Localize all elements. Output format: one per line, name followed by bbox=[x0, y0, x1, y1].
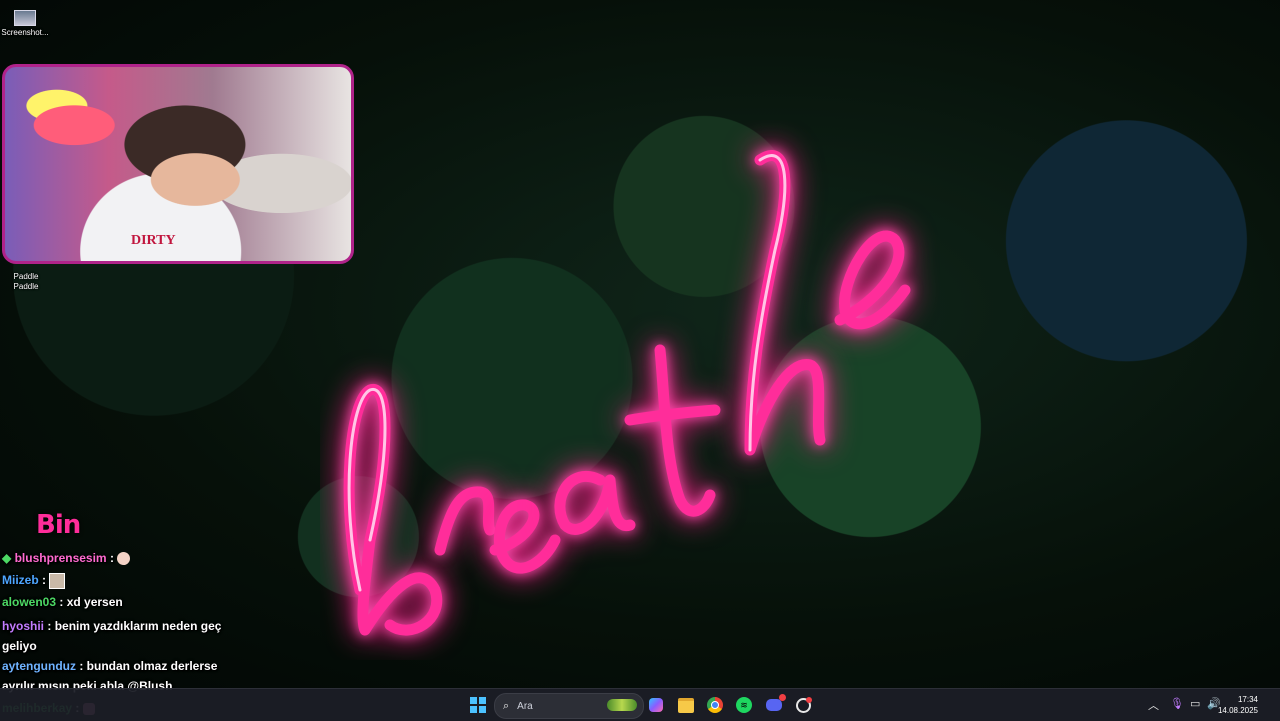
file-explorer-button[interactable] bbox=[673, 693, 699, 717]
folder-icon bbox=[678, 697, 694, 713]
chat-username: alowen03 bbox=[2, 595, 57, 609]
clock-time: 17:34 bbox=[1237, 695, 1258, 704]
chrome-button[interactable] bbox=[702, 693, 728, 717]
windows-logo-icon bbox=[470, 697, 486, 713]
chat-username: Miizeb bbox=[2, 573, 39, 587]
shirt-text: DIRTY bbox=[131, 233, 176, 248]
obs-button[interactable] bbox=[790, 693, 816, 717]
diamond-badge-icon: ◆ bbox=[2, 551, 12, 565]
chat-logo: Bin bbox=[36, 510, 81, 540]
chat-message: hyoshii : benim yazdıklarım neden geç ge… bbox=[2, 619, 222, 653]
chat-message: alowen03 : xd yersen bbox=[2, 595, 123, 609]
discord-icon bbox=[766, 694, 786, 711]
chat-username: blushprensesim bbox=[14, 551, 107, 565]
chat-text: xd yersen bbox=[66, 595, 123, 609]
copilot-button[interactable] bbox=[643, 693, 669, 717]
clock-date: 14.08.2025 bbox=[1217, 706, 1258, 715]
taskbar-search[interactable]: ⌕ Ara bbox=[494, 693, 644, 719]
copilot-icon bbox=[649, 698, 663, 712]
obs-icon bbox=[795, 696, 812, 713]
desktop-icon-label: Paddle Paddle bbox=[13, 272, 39, 291]
search-highlight-icon bbox=[607, 699, 637, 711]
desktop-icon-label: Screenshot... bbox=[1, 28, 49, 37]
image-file-icon bbox=[14, 10, 36, 26]
spotify-icon: ≋ bbox=[736, 697, 752, 713]
taskbar: ⌕ Ara ≋ ︿ 🎙 ▭ 🔊 17:34 14.08.2025 bbox=[0, 688, 1280, 721]
chat-username: hyoshii bbox=[2, 619, 45, 633]
show-hidden-icons-chevron-icon[interactable]: ︿ bbox=[1148, 697, 1159, 713]
desktop-icon-paddle[interactable]: Paddle Paddle bbox=[0, 262, 56, 292]
chat-message: ◆ blushprensesim : bbox=[2, 548, 242, 568]
desktop-icon-screenshot[interactable]: Screenshot... bbox=[0, 10, 55, 38]
microphone-icon[interactable]: 🎙 bbox=[1170, 697, 1184, 710]
chrome-icon bbox=[707, 697, 723, 713]
chat-username: aytengunduz bbox=[2, 659, 76, 673]
webcam-overlay: DIRTY bbox=[2, 64, 354, 264]
search-icon: ⌕ bbox=[503, 699, 510, 712]
system-clock[interactable]: 17:34 14.08.2025 bbox=[1218, 694, 1258, 716]
start-button[interactable] bbox=[465, 693, 491, 717]
chat-message: Miizeb : bbox=[2, 570, 242, 590]
breathe-neon-sign bbox=[343, 150, 911, 636]
discord-button[interactable] bbox=[761, 693, 787, 717]
emote-face-icon bbox=[117, 552, 131, 566]
search-placeholder: Ara bbox=[517, 700, 533, 712]
emote-image-icon bbox=[49, 572, 66, 589]
spotify-button[interactable]: ≋ bbox=[731, 693, 757, 717]
network-icon[interactable]: ▭ bbox=[1190, 697, 1200, 710]
